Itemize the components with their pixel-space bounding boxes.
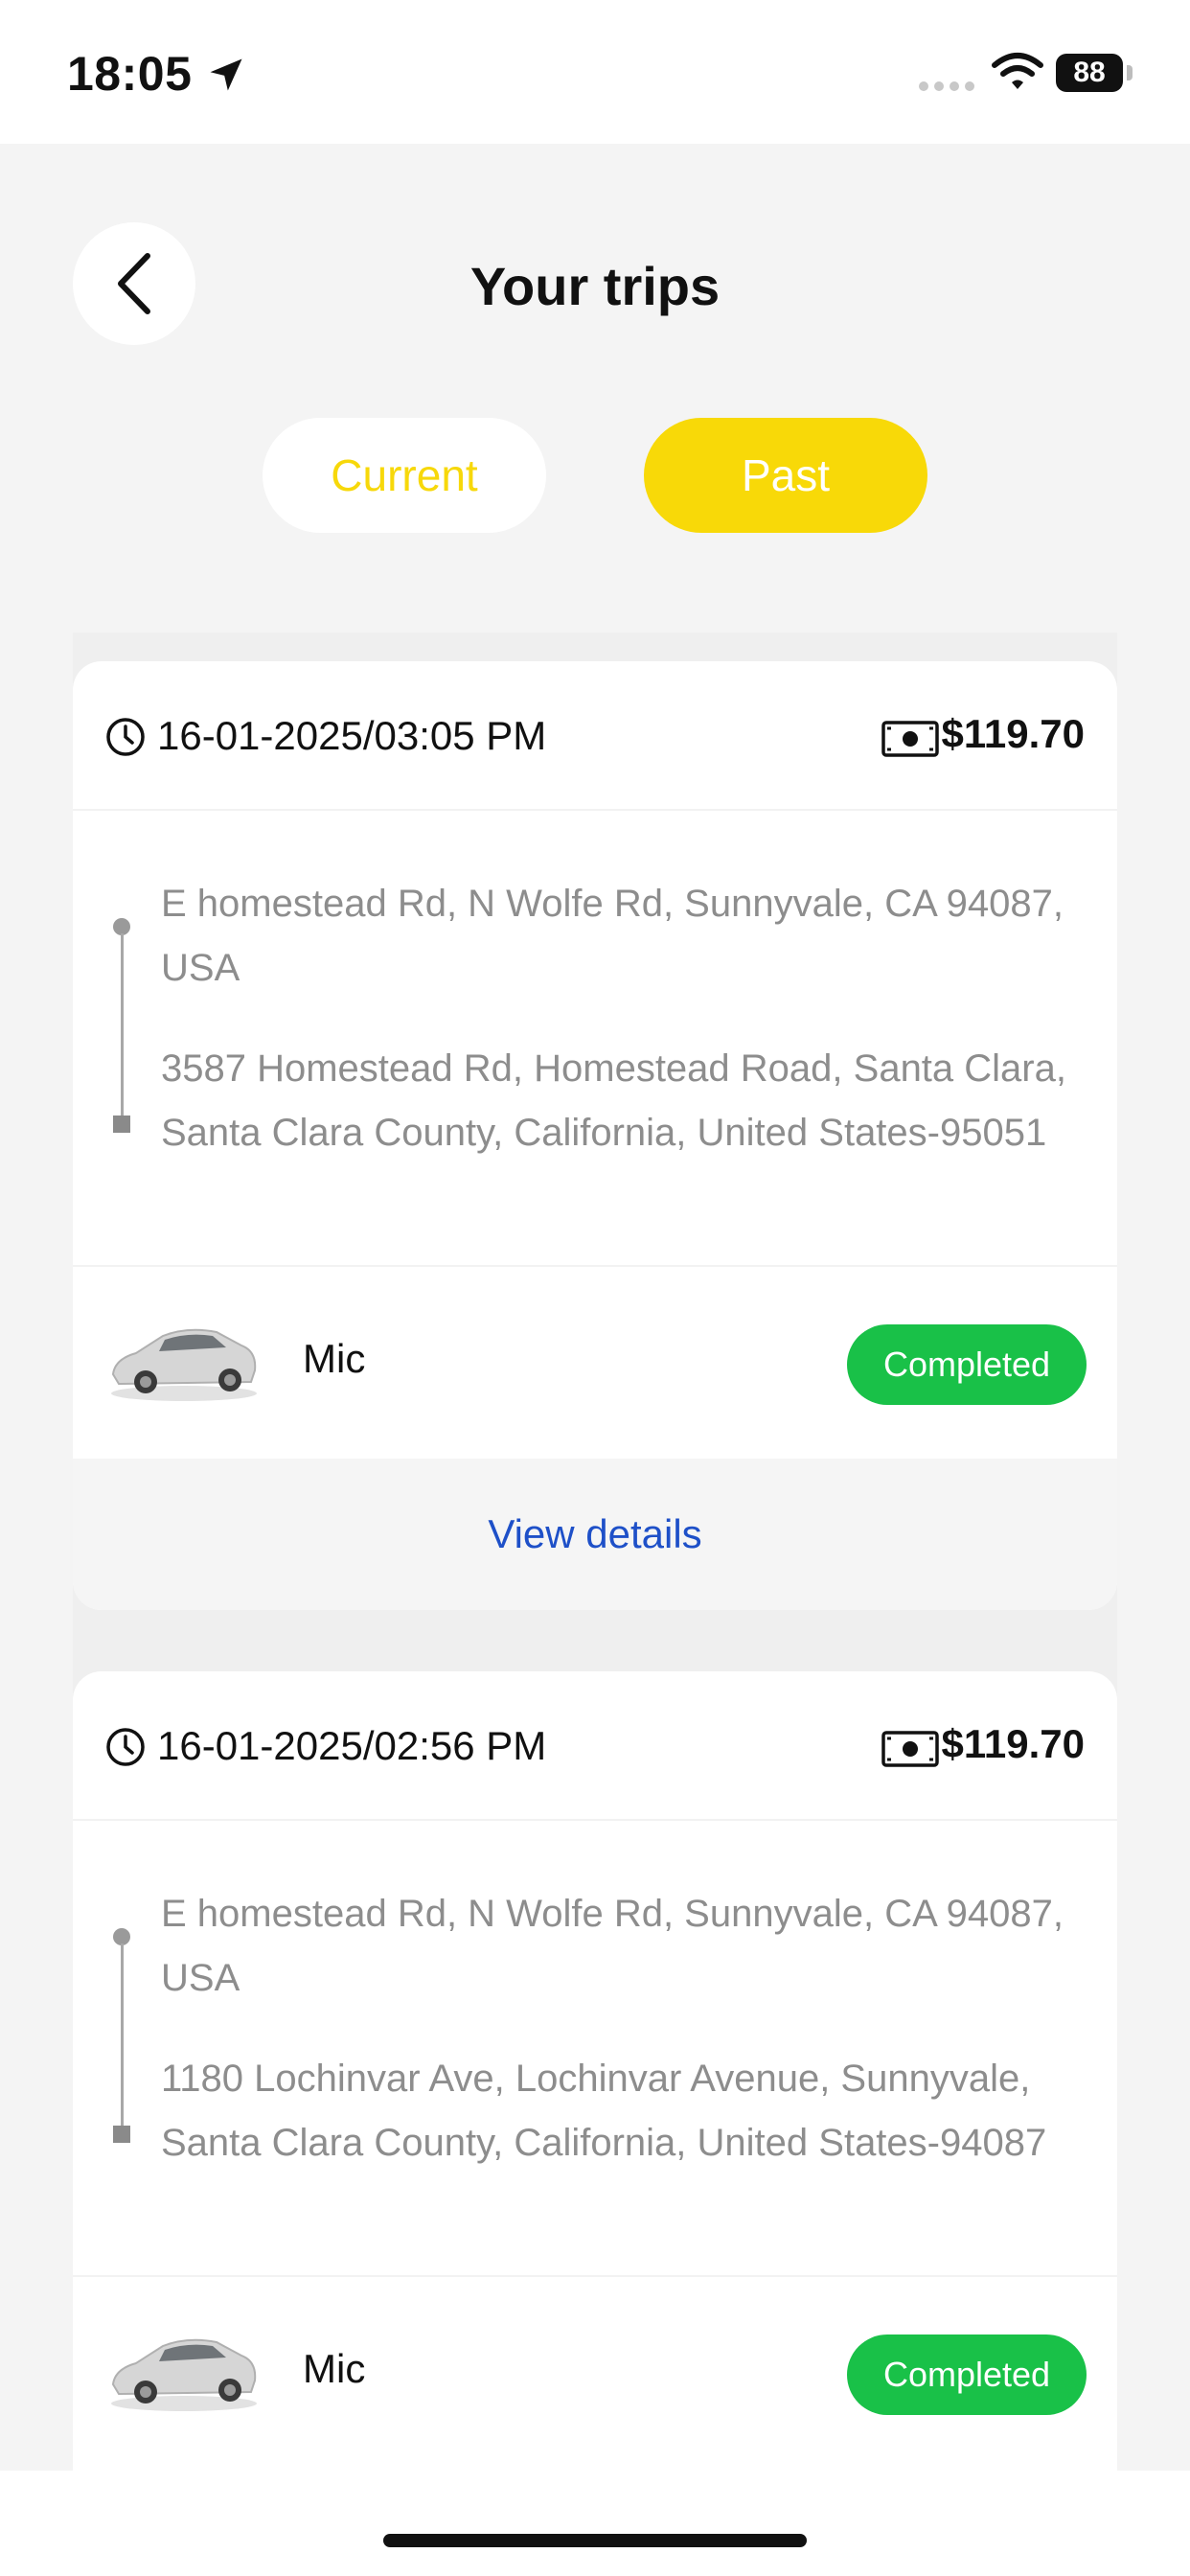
driver-row: Mic Completed <box>73 2277 1117 2469</box>
wifi-icon <box>992 53 1043 89</box>
pickup-address: E homestead Rd, N Wolfe Rd, Sunnyvale, C… <box>161 1893 1064 1999</box>
home-indicator-area <box>0 2471 1190 2576</box>
dropoff-address: 1180 Lochinvar Ave, Lochinvar Avenue, Su… <box>161 2058 1047 2164</box>
status-time: 18:05 <box>67 47 193 101</box>
status-badge: Completed <box>847 1324 1087 1405</box>
status-bar: 18:05 88 <box>0 0 1190 144</box>
driver-name: Mic <box>303 2346 366 2391</box>
view-details-button[interactable]: View details <box>73 1459 1117 1610</box>
route-line <box>121 1944 124 2135</box>
trip-route: E homestead Rd, N Wolfe Rd, Sunnyvale, C… <box>73 811 1117 1267</box>
tab-current[interactable]: Current <box>263 418 546 533</box>
dropoff-square-icon <box>113 2126 130 2143</box>
view-details-link[interactable]: View details <box>488 1511 701 1557</box>
signal-icon <box>919 81 974 91</box>
trip-card-header: 16-01-2025/02:56 PM $119.70 <box>73 1671 1117 1821</box>
status-badge: Completed <box>847 2334 1087 2415</box>
trip-card[interactable]: 16-01-2025/02:56 PM $119.70 E homestead … <box>73 1671 1117 2534</box>
location-arrow-icon <box>210 58 242 91</box>
tab-past[interactable]: Past <box>644 418 927 533</box>
car-image <box>111 2338 257 2411</box>
trip-datetime: 16-01-2025/03:05 PM <box>157 713 547 758</box>
trip-price: $119.70 <box>941 711 1085 756</box>
cash-icon <box>881 721 939 757</box>
pickup-address: E homestead Rd, N Wolfe Rd, Sunnyvale, C… <box>161 883 1064 989</box>
cash-icon <box>881 1731 939 1767</box>
trip-route: E homestead Rd, N Wolfe Rd, Sunnyvale, C… <box>73 1821 1117 2277</box>
route-line <box>121 933 124 1125</box>
trip-datetime: 16-01-2025/02:56 PM <box>157 1723 547 1768</box>
dropoff-square-icon <box>113 1116 130 1133</box>
car-image <box>111 1328 257 1401</box>
dropoff-address: 3587 Homestead Rd, Homestead Road, Santa… <box>161 1047 1066 1154</box>
trip-card[interactable]: 16-01-2025/03:05 PM $119.70 E homestead … <box>73 661 1117 1610</box>
driver-name: Mic <box>303 1336 366 1381</box>
battery-icon: 88 <box>1056 54 1123 92</box>
page-title: Your trips <box>469 256 721 316</box>
clock-icon <box>106 1728 145 1766</box>
trip-card-header: 16-01-2025/03:05 PM $119.70 <box>73 661 1117 811</box>
trip-price: $119.70 <box>941 1721 1085 1766</box>
home-indicator[interactable] <box>383 2534 807 2547</box>
clock-icon <box>106 718 145 756</box>
driver-row: Mic Completed <box>73 1267 1117 1459</box>
battery-tip <box>1127 65 1133 80</box>
